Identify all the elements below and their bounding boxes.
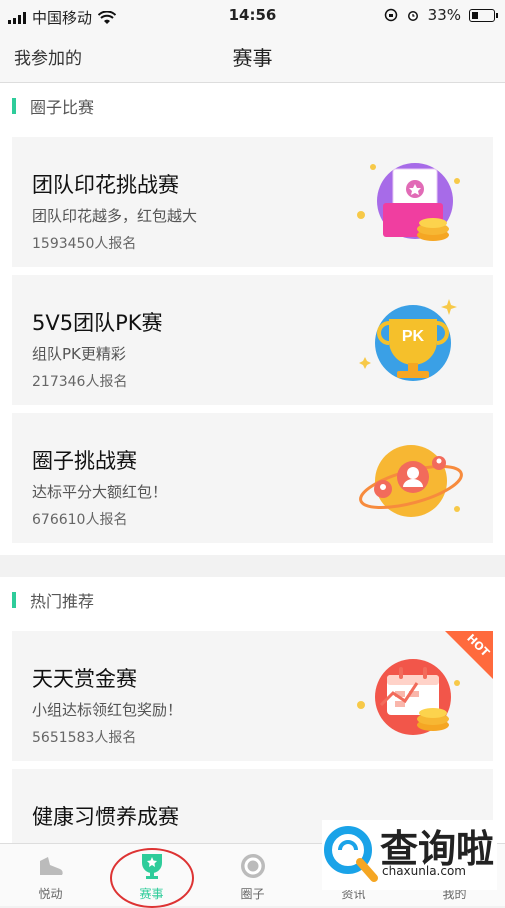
status-right: 33% (384, 6, 498, 24)
page-title: 赛事 (232, 46, 273, 70)
card-signup-count: 1593450人报名 (32, 236, 137, 252)
shoe-icon (39, 857, 63, 875)
highlight-ring (110, 848, 194, 908)
section-header: 热门推荐 (0, 577, 505, 623)
card-team-stamp-challenge[interactable]: 团队印花挑战赛 团队印花越多，红包越大 1593450人报名 (12, 137, 493, 267)
section-accent-bar (12, 592, 16, 608)
card-5v5-team-pk[interactable]: 5V5团队PK赛 组队PK更精彩 217346人报名 PK (12, 275, 493, 405)
card-subtitle: 达标平分大额红包！ (32, 483, 168, 501)
alarm-icon (407, 11, 418, 21)
main-content: 圈子比赛 团队印花挑战赛 团队印花越多，红包越大 1593450人报名 5V5团… (0, 83, 505, 843)
card-signup-count: 676610人报名 (32, 512, 128, 528)
stamp-wallet-icon (357, 163, 460, 241)
card-subtitle: 小组达标领红包奖励！ (32, 701, 183, 719)
tab-circle[interactable]: 圈子 (202, 844, 303, 906)
section-header: 圈子比赛 (0, 83, 505, 129)
card-title: 5V5团队PK赛 (32, 311, 163, 335)
tab-yuedong[interactable]: 悦动 (0, 844, 101, 906)
section-title: 圈子比赛 (30, 98, 95, 117)
nav-bar: 我参加的 赛事 (0, 32, 505, 83)
watermark-url: chaxunla.com (382, 864, 466, 878)
circle-icon (240, 854, 265, 878)
battery-icon (469, 8, 498, 22)
battery-label: 33% (427, 6, 461, 24)
calendar-coins-icon (357, 659, 460, 735)
card-title: 圈子挑战赛 (32, 449, 137, 473)
card-title: 团队印花挑战赛 (32, 173, 179, 197)
section-circle-competitions: 圈子比赛 团队印花挑战赛 团队印花越多，红包越大 1593450人报名 5V5团… (0, 83, 505, 555)
watermark-logo-icon (324, 826, 378, 882)
card-signup-count: 217346人报名 (32, 374, 128, 390)
card-title: 健康习惯养成赛 (32, 805, 179, 829)
watermark: 查询啦 chaxunla.com (322, 820, 497, 890)
card-signup-count: 5651583人报名 (32, 730, 137, 746)
hot-badge-label: HOT (464, 631, 492, 660)
section-title: 热门推荐 (30, 592, 95, 611)
tab-label: 悦动 (38, 887, 63, 901)
lock-rotation-icon (384, 8, 397, 22)
card-circle-challenge[interactable]: 圈子挑战赛 达标平分大额红包！ 676610人报名 (12, 413, 493, 543)
card-daily-bounty[interactable]: 天天赏金赛 小组达标领红包奖励！ 5651583人报名 HOT (12, 631, 493, 761)
status-bar: 中国移动 14:56 33% (0, 0, 505, 32)
pk-trophy-icon: PK (359, 299, 457, 381)
card-subtitle: 团队印花越多，红包越大 (32, 207, 198, 225)
section-accent-bar (12, 98, 16, 114)
section-hot-recommend: 热门推荐 天天赏金赛 小组达标领红包奖励！ 5651583人报名 HOT 健康习… (0, 577, 505, 843)
pk-label: PK (402, 328, 425, 345)
card-title: 天天赏金赛 (32, 667, 137, 691)
group-planet-icon (359, 445, 463, 517)
section-divider (0, 555, 505, 577)
tab-label: 圈子 (240, 887, 265, 901)
card-subtitle: 组队PK更精彩 (32, 345, 126, 363)
